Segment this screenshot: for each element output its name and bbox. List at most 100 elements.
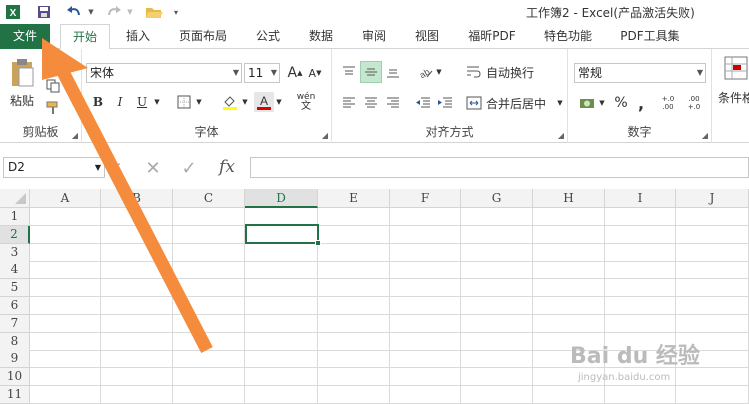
tab-foxit-pdf[interactable]: 福昕PDF [461,24,523,49]
column-header-b[interactable]: B [101,189,173,208]
select-all-corner[interactable] [0,189,30,208]
row-header-6[interactable]: 6 [0,297,30,315]
dialog-launcher-icon[interactable]: ◢ [72,131,78,140]
chevron-down-icon: ▼ [232,68,239,77]
font-color-icon[interactable]: A [254,92,274,112]
tab-view[interactable]: 视图 [407,24,447,49]
tab-review[interactable]: 审阅 [354,24,394,49]
column-header-e[interactable]: E [318,189,390,208]
borders-icon[interactable] [174,92,194,112]
underline-button[interactable]: U [132,92,152,112]
redo-icon[interactable] [104,3,124,21]
dialog-launcher-icon[interactable]: ◢ [702,131,708,140]
fill-handle[interactable] [315,240,321,246]
fill-color-icon[interactable] [220,92,240,112]
italic-button[interactable]: I [110,92,130,112]
column-header-a[interactable]: A [30,189,101,208]
column-header-g[interactable]: G [461,189,533,208]
tab-special-features[interactable]: 特色功能 [538,24,598,49]
row-header-9[interactable]: 9 [0,350,30,369]
column-header-c[interactable]: C [173,189,245,208]
font-group-label: 字体 [194,125,219,139]
comma-style-button[interactable]: , [632,92,650,114]
decrease-decimal-button[interactable]: .00 +.0 [682,92,706,114]
copy-icon[interactable] [44,77,62,95]
row-header-4[interactable]: 4 [0,261,30,280]
customize-quick-access-icon[interactable]: ▾ [170,3,182,21]
increase-indent-icon[interactable] [434,92,456,114]
conditional-formatting-button[interactable]: 条件格 [716,55,749,111]
chevron-down-icon[interactable]: ▼ [240,92,250,112]
more-options-icon[interactable]: ⋮ [113,158,125,178]
alignment-group-label: 对齐方式 [425,125,474,139]
row-header-3[interactable]: 3 [0,243,30,262]
column-header-h[interactable]: H [533,189,605,208]
column-header-j[interactable]: J [676,189,749,208]
cut-icon[interactable] [44,55,62,73]
orientation-icon[interactable]: ab [414,61,436,83]
chevron-down-icon[interactable]: ▼ [556,92,564,114]
column-header-d[interactable]: D [245,189,318,208]
tab-insert[interactable]: 插入 [118,24,158,49]
folder-open-icon[interactable] [144,3,164,21]
save-icon[interactable] [34,3,54,21]
excel-logo-icon: X [3,3,23,21]
tab-home[interactable]: 开始 [60,24,110,50]
formula-input[interactable] [250,157,749,178]
align-bottom-icon[interactable] [382,61,404,83]
row-header-5[interactable]: 5 [0,279,30,298]
font-size-select[interactable]: 11 ▼ [244,63,280,83]
selected-cell[interactable] [245,224,321,246]
chevron-down-icon[interactable]: ▼ [152,92,162,112]
chevron-down-icon[interactable]: ▼ [125,3,135,21]
tab-page-layout[interactable]: 页面布局 [172,24,234,49]
align-right-icon[interactable] [382,92,404,114]
svg-text:ab: ab [418,67,432,79]
row-header-8[interactable]: 8 [0,332,30,351]
decrease-font-size-button[interactable]: A ▼ [306,63,324,83]
tab-pdf-tools[interactable]: PDF工具集 [614,24,686,49]
bold-button[interactable]: B [88,92,108,112]
merge-center-button[interactable]: 合并后居中 [466,92,556,114]
paste-button[interactable]: 粘贴 [4,55,40,111]
insert-function-button[interactable]: fx [212,156,242,178]
dialog-launcher-icon[interactable]: ◢ [558,131,564,140]
grid-row-line [30,331,749,333]
decrease-indent-icon[interactable] [412,92,434,114]
column-header-i[interactable]: I [605,189,676,208]
font-name-select[interactable]: 宋体 ▼ [86,63,242,83]
increase-decimal-button[interactable]: +.0 .00 [656,92,680,114]
cancel-icon[interactable]: ✕ [140,158,166,179]
wrap-text-button[interactable]: 自动换行 [466,61,560,83]
row-header-2[interactable]: 2 [0,225,30,244]
row-header-10[interactable]: 10 [0,368,30,387]
chevron-down-icon: ▼ [94,163,101,172]
format-painter-icon[interactable] [44,99,62,117]
align-middle-icon[interactable] [360,61,382,83]
row-header-11[interactable]: 11 [0,386,30,404]
row-header-7[interactable]: 7 [0,314,30,333]
enter-icon[interactable]: ✓ [176,158,202,179]
percent-style-button[interactable]: % [610,92,632,114]
align-center-icon[interactable] [360,92,382,114]
align-left-icon[interactable] [338,92,360,114]
accounting-format-icon[interactable] [576,92,598,114]
dialog-launcher-icon[interactable]: ◢ [322,131,328,140]
chevron-down-icon[interactable]: ▼ [435,61,443,83]
number-format-select[interactable]: 常规 ▼ [574,63,706,83]
phonetic-guide-button[interactable]: wén 文 [294,89,318,115]
chevron-down-icon[interactable]: ▼ [598,92,606,114]
tab-formulas[interactable]: 公式 [248,24,288,49]
clipboard-group-label: 剪贴板 [22,125,59,139]
chevron-down-icon[interactable]: ▼ [194,92,204,112]
chevron-down-icon[interactable]: ▼ [274,92,284,112]
chevron-down-icon[interactable]: ▼ [86,3,96,21]
row-header-1[interactable]: 1 [0,208,30,226]
column-header-f[interactable]: F [390,189,461,208]
tab-data[interactable]: 数据 [301,24,341,49]
name-box[interactable]: D2 ▼ [3,157,105,178]
tab-file[interactable]: 文件 [0,24,50,49]
increase-font-size-button[interactable]: A ▲ [286,63,304,83]
align-top-icon[interactable] [338,61,360,83]
undo-icon[interactable] [64,3,84,21]
